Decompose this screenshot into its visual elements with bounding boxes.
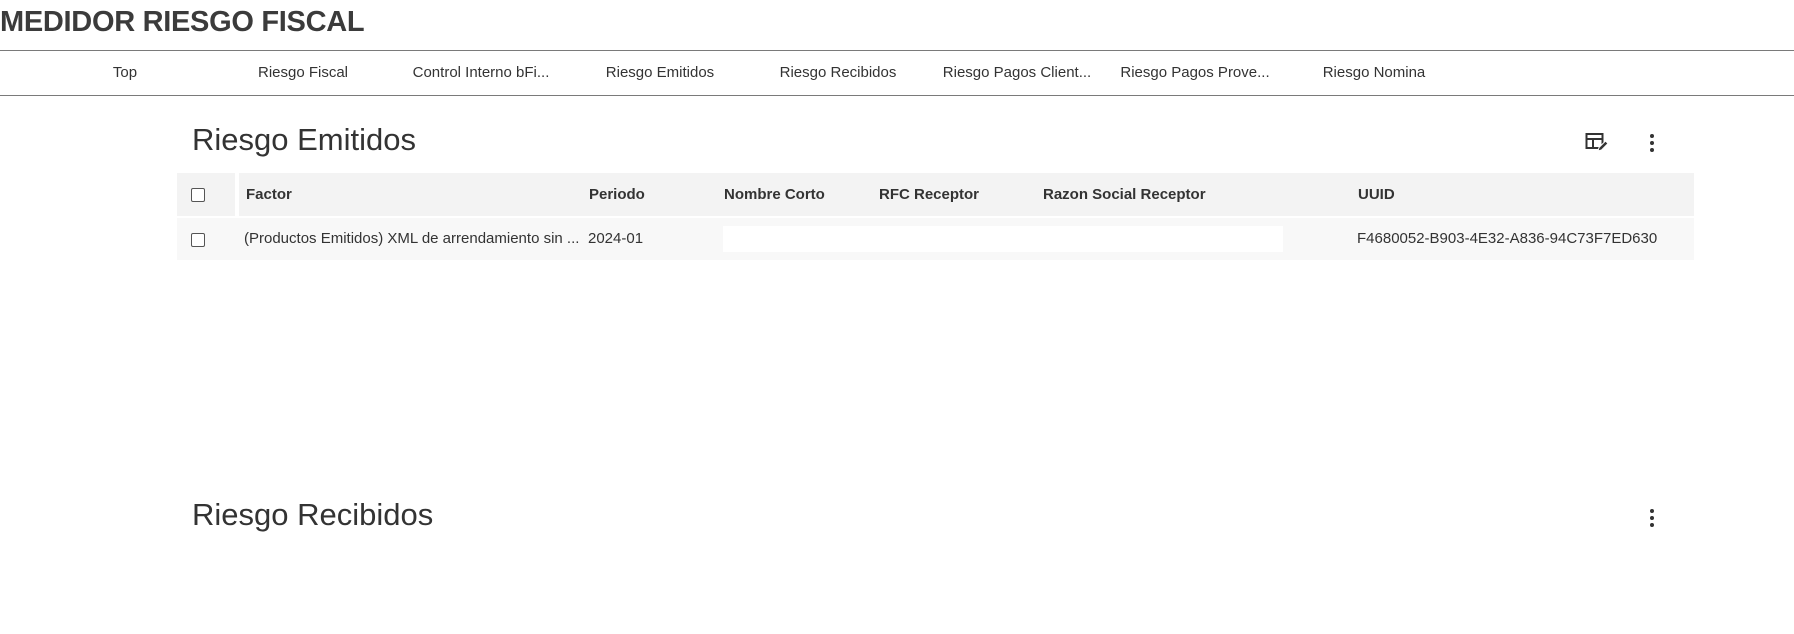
app-title: MEDIDOR RIESGO FISCAL [0, 6, 365, 38]
redacted-cells [723, 226, 1283, 252]
col-header-uuid[interactable]: UUID [1358, 173, 1395, 216]
tab-riesgo-pagos-clientes[interactable]: Riesgo Pagos Client... [943, 51, 1091, 95]
tab-riesgo-emitidos[interactable]: Riesgo Emitidos [606, 51, 714, 95]
tab-riesgo-fiscal[interactable]: Riesgo Fiscal [258, 51, 348, 95]
table-edit-icon[interactable] [1582, 128, 1612, 158]
cell-factor: (Productos Emitidos) XML de arrendamient… [244, 230, 580, 247]
emitidos-more-icon[interactable] [1637, 128, 1667, 158]
col-header-nombre-corto[interactable]: Nombre Corto [724, 173, 825, 216]
col-header-factor[interactable]: Factor [246, 173, 292, 216]
emitidos-title: Riesgo Emitidos [192, 122, 416, 157]
col-header-rfc-receptor[interactable]: RFC Receptor [879, 173, 979, 216]
table-header: Factor Periodo Nombre Corto RFC Receptor… [177, 173, 1694, 216]
col-header-periodo[interactable]: Periodo [589, 173, 645, 216]
table-row[interactable]: (Productos Emitidos) XML de arrendamient… [177, 218, 1694, 260]
cell-periodo: 2024-01 [588, 230, 644, 247]
select-all-checkbox[interactable] [191, 188, 205, 202]
tab-control-interno[interactable]: Control Interno bFi... [413, 51, 550, 95]
cell-uuid: F4680052-B903-4E32-A836-94C73F7ED630 [1357, 230, 1658, 247]
recibidos-more-icon[interactable] [1637, 503, 1667, 533]
select-all-cell [177, 173, 239, 216]
tab-riesgo-recibidos[interactable]: Riesgo Recibidos [780, 51, 897, 95]
tab-riesgo-nomina[interactable]: Riesgo Nomina [1323, 51, 1426, 95]
tab-riesgo-pagos-proveedores[interactable]: Riesgo Pagos Prove... [1120, 51, 1269, 95]
tab-top[interactable]: Top [113, 51, 137, 95]
col-header-razon-social[interactable]: Razon Social Receptor [1043, 173, 1206, 216]
recibidos-title: Riesgo Recibidos [192, 497, 434, 532]
row-checkbox[interactable] [191, 233, 205, 247]
nav-bar: Top Riesgo Fiscal Control Interno bFi...… [0, 50, 1794, 96]
